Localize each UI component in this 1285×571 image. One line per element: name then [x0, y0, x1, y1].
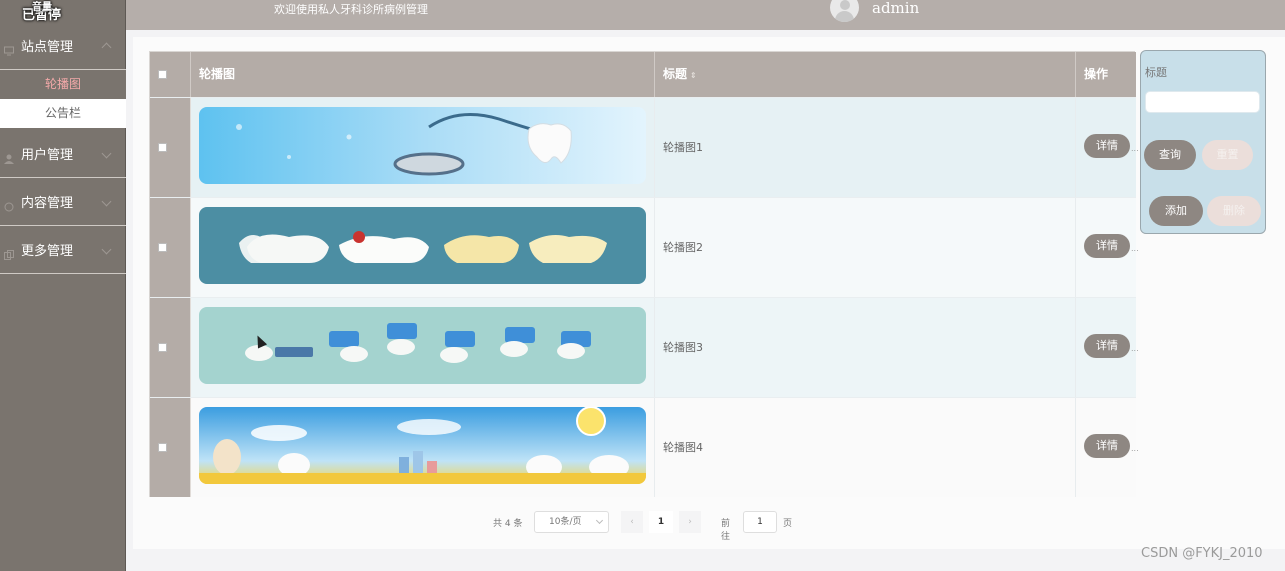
username[interactable]: admin [872, 0, 919, 17]
banner-image-stethoscope-tooth [199, 107, 646, 184]
search-title-label: 标题 [1145, 66, 1167, 79]
circle-icon [4, 197, 14, 211]
detail-button[interactable]: 详情 [1084, 234, 1130, 258]
row-select-cell [150, 298, 191, 397]
table-row: 轮播图1 详情 ... [150, 97, 1139, 197]
monitor-icon [4, 41, 14, 55]
image-cell [191, 298, 655, 397]
more-dots: ... [1131, 444, 1139, 453]
goto-label: 前往 [721, 519, 731, 542]
sidebar-group-user-management[interactable]: 用户管理 [0, 130, 126, 178]
search-panel: 标题 查询 重置 添加 删除 [1140, 50, 1266, 234]
chevron-up-icon [101, 42, 112, 53]
prev-page-button[interactable]: ‹ [621, 511, 643, 533]
reset-button[interactable]: 重置 [1202, 140, 1253, 170]
carousel-table: 轮播图 标题 ⇕ 操作 轮播图1 详情 ... 轮播图2 详情 ... 轮播图3… [149, 51, 1139, 497]
page-unit-label: 页 [783, 519, 793, 529]
pagination-total: 共 4 条 [493, 519, 523, 529]
more-dots: ... [1131, 244, 1139, 253]
row-checkbox[interactable] [158, 343, 167, 352]
avatar-body [835, 11, 854, 22]
title-cell: 轮播图3 [655, 298, 1076, 397]
watermark: CSDN @FYKJ_2010 [1141, 546, 1263, 561]
operation-cell: 详情 ... [1076, 198, 1139, 297]
banner-image-tooth-family [199, 207, 646, 284]
copy-icon [4, 245, 14, 260]
sidebar-group-content-management[interactable]: 内容管理 [0, 178, 126, 226]
header-operation: 操作 [1084, 67, 1109, 81]
volume-overlay-text: 音量 [32, 2, 52, 13]
sidebar-group-label: 用户管理 [21, 148, 74, 163]
sidebar-group-label: 站点管理 [21, 40, 74, 55]
header-title-label: 标题 [663, 67, 688, 81]
avatar-head [840, 0, 850, 10]
detail-button[interactable]: 详情 [1084, 434, 1130, 458]
sidebar-group-label: 内容管理 [21, 196, 74, 211]
banner-image-cartoon-sky [199, 407, 646, 484]
title-cell: 轮播图2 [655, 198, 1076, 297]
title-cell: 轮播图1 [655, 98, 1076, 197]
row-select-cell [150, 398, 191, 497]
row-checkbox[interactable] [158, 243, 167, 252]
table-row: 轮播图3 详情 ... [150, 297, 1139, 397]
add-button[interactable]: 添加 [1149, 196, 1203, 226]
operation-cell: 详情 ... [1076, 98, 1139, 197]
chevron-down-icon [595, 516, 604, 525]
header-image: 轮播图 [191, 52, 655, 97]
sidebar-group-site-management[interactable]: 站点管理 [0, 22, 126, 70]
paused-overlay: 音量 已暂停 [22, 2, 61, 23]
sidebar-group-label: 更多管理 [21, 244, 74, 259]
sidebar: 音量 已暂停 站点管理 轮播图 公告栏 用户管理 内容管理 更多管理 [0, 0, 126, 571]
title-cell: 轮播图4 [655, 398, 1076, 497]
sidebar-item-notice[interactable]: 公告栏 [0, 99, 126, 128]
sidebar-item-carousel[interactable]: 轮播图 [0, 70, 126, 99]
sort-icon[interactable]: ⇕ [690, 71, 697, 80]
user-icon [4, 149, 14, 164]
banner-image-floss-teeth [199, 307, 646, 384]
operation-cell: 详情 ... [1076, 398, 1139, 497]
image-cell [191, 398, 655, 497]
page-size-select[interactable]: 10条/页 [534, 511, 609, 533]
chevron-down-icon [101, 148, 112, 159]
chevron-down-icon [101, 244, 112, 255]
select-all-checkbox[interactable] [158, 70, 167, 79]
page-size-value: 10条/页 [549, 517, 582, 527]
row-select-cell [150, 198, 191, 297]
sidebar-group-more-management[interactable]: 更多管理 [0, 226, 126, 274]
welcome-text: 欢迎使用私人牙科诊所病例管理 [274, 3, 428, 16]
page-number-current[interactable]: 1 [649, 511, 673, 533]
image-cell [191, 98, 655, 197]
more-dots: ... [1131, 144, 1139, 153]
query-button[interactable]: 查询 [1144, 140, 1196, 170]
table-row: 轮播图4 详情 ... [150, 397, 1139, 497]
operation-cell: 详情 ... [1076, 298, 1139, 397]
avatar[interactable] [830, 0, 859, 22]
table-header: 轮播图 标题 ⇕ 操作 [150, 52, 1136, 97]
next-page-button[interactable]: › [679, 511, 701, 533]
goto-page-input[interactable]: 1 [743, 511, 777, 533]
top-header: 欢迎使用私人牙科诊所病例管理 admin [126, 0, 1285, 30]
delete-button[interactable]: 删除 [1207, 196, 1261, 226]
chevron-down-icon [101, 196, 112, 207]
header-title[interactable]: 标题 ⇕ [655, 52, 1076, 97]
image-cell [191, 198, 655, 297]
row-checkbox[interactable] [158, 443, 167, 452]
more-dots: ... [1131, 344, 1139, 353]
table-row: 轮播图2 详情 ... [150, 197, 1139, 297]
detail-button[interactable]: 详情 [1084, 334, 1130, 358]
row-select-cell [150, 98, 191, 197]
search-title-input[interactable] [1145, 91, 1260, 113]
row-checkbox[interactable] [158, 143, 167, 152]
header-select-all-cell [150, 52, 191, 97]
detail-button[interactable]: 详情 [1084, 134, 1130, 158]
